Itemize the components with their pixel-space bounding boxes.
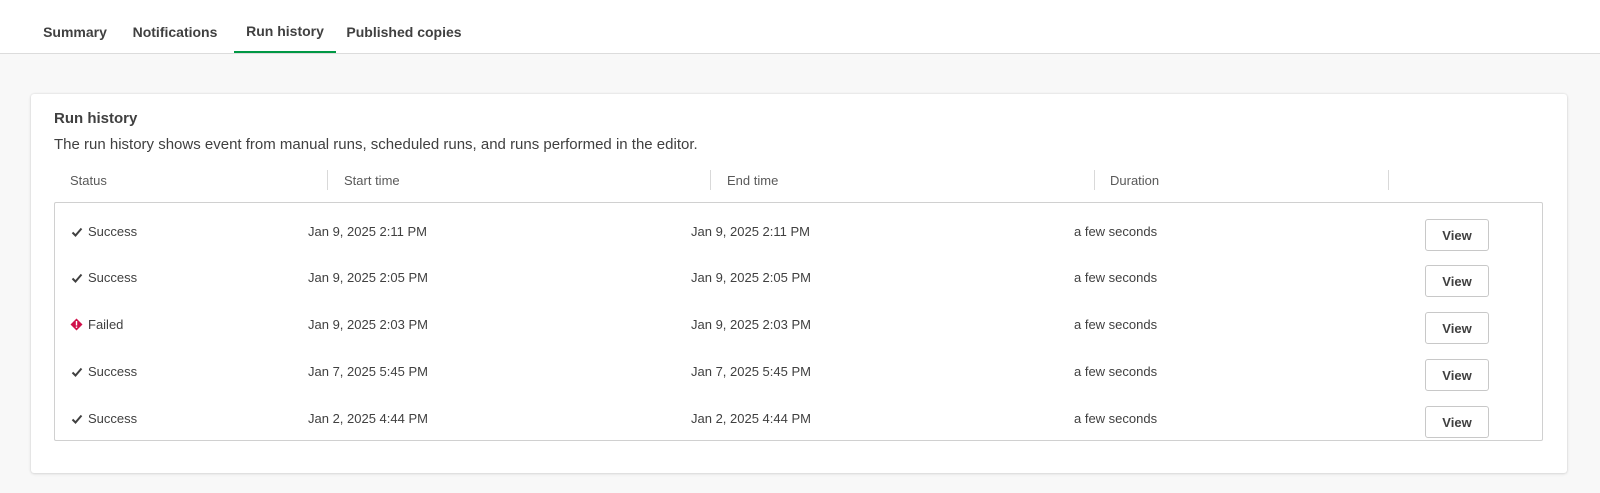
checkmark-icon bbox=[70, 271, 83, 284]
status-label: Failed bbox=[88, 317, 124, 332]
duration-cell: a few seconds bbox=[1074, 317, 1158, 332]
view-button[interactable]: View bbox=[1425, 406, 1489, 438]
start-time-cell: Jan 9, 2025 2:03 PM bbox=[308, 317, 428, 332]
column-divider[interactable] bbox=[1094, 170, 1095, 190]
table-row: Failed Jan 9, 2025 2:03 PM Jan 9, 2025 2… bbox=[55, 301, 1542, 348]
start-time-cell: Jan 7, 2025 5:45 PM bbox=[308, 364, 428, 379]
checkmark-icon bbox=[70, 365, 83, 378]
tab-summary[interactable]: Summary bbox=[35, 12, 115, 53]
tab-published-copies[interactable]: Published copies bbox=[343, 12, 465, 53]
checkmark-icon bbox=[70, 225, 83, 238]
view-button[interactable]: View bbox=[1425, 219, 1489, 251]
end-time-cell: Jan 2, 2025 4:44 PM bbox=[691, 411, 811, 426]
column-divider[interactable] bbox=[327, 170, 328, 190]
end-time-cell: Jan 9, 2025 2:11 PM bbox=[691, 224, 811, 239]
column-header-end-time[interactable]: End time bbox=[727, 168, 778, 192]
duration-cell: a few seconds bbox=[1074, 411, 1158, 426]
status-label: Success bbox=[88, 364, 138, 379]
warning-diamond-icon bbox=[70, 318, 83, 331]
status-label: Success bbox=[88, 224, 138, 239]
duration-cell: a few seconds bbox=[1074, 364, 1158, 379]
table-row: Success Jan 9, 2025 2:05 PM Jan 9, 2025 … bbox=[55, 254, 1542, 301]
end-time-cell: Jan 9, 2025 2:05 PM bbox=[691, 270, 811, 285]
duration-cell: a few seconds bbox=[1074, 224, 1158, 239]
end-time-cell: Jan 7, 2025 5:45 PM bbox=[691, 364, 811, 379]
table-body: Success Jan 9, 2025 2:11 PM Jan 9, 2025 … bbox=[54, 202, 1543, 441]
status-cell: Success bbox=[70, 348, 137, 395]
status-label: Success bbox=[88, 270, 138, 285]
status-label: Success bbox=[88, 411, 138, 426]
tab-bar: Summary Notifications Run history Publis… bbox=[0, 0, 1600, 54]
status-cell: Failed bbox=[70, 301, 123, 348]
start-time-cell: Jan 9, 2025 2:11 PM bbox=[308, 224, 428, 239]
tab-run-history[interactable]: Run history bbox=[234, 12, 336, 53]
table-header: Status Start time End time Duration bbox=[54, 168, 1543, 192]
end-time-cell: Jan 9, 2025 2:03 PM bbox=[691, 317, 811, 332]
table-row: Success Jan 7, 2025 5:45 PM Jan 7, 2025 … bbox=[55, 348, 1542, 395]
start-time-cell: Jan 2, 2025 4:44 PM bbox=[308, 411, 428, 426]
column-header-duration[interactable]: Duration bbox=[1110, 168, 1159, 192]
card-description: The run history shows event from manual … bbox=[54, 136, 698, 153]
column-header-status[interactable]: Status bbox=[70, 168, 107, 192]
column-divider[interactable] bbox=[710, 170, 711, 190]
column-divider[interactable] bbox=[1388, 170, 1389, 190]
card-title: Run history bbox=[54, 110, 138, 127]
status-cell: Success bbox=[70, 208, 137, 255]
status-cell: Success bbox=[70, 254, 137, 301]
run-history-card: Run history The run history shows event … bbox=[31, 94, 1567, 473]
tab-notifications[interactable]: Notifications bbox=[126, 12, 224, 53]
table-row: Success Jan 9, 2025 2:11 PM Jan 9, 2025 … bbox=[55, 208, 1542, 255]
status-cell: Success bbox=[70, 395, 137, 442]
column-header-start-time[interactable]: Start time bbox=[344, 168, 400, 192]
start-time-cell: Jan 9, 2025 2:05 PM bbox=[308, 270, 428, 285]
view-button[interactable]: View bbox=[1425, 359, 1489, 391]
view-button[interactable]: View bbox=[1425, 265, 1489, 297]
checkmark-icon bbox=[70, 412, 83, 425]
view-button[interactable]: View bbox=[1425, 312, 1489, 344]
table-row: Success Jan 2, 2025 4:44 PM Jan 2, 2025 … bbox=[55, 395, 1542, 442]
duration-cell: a few seconds bbox=[1074, 270, 1158, 285]
